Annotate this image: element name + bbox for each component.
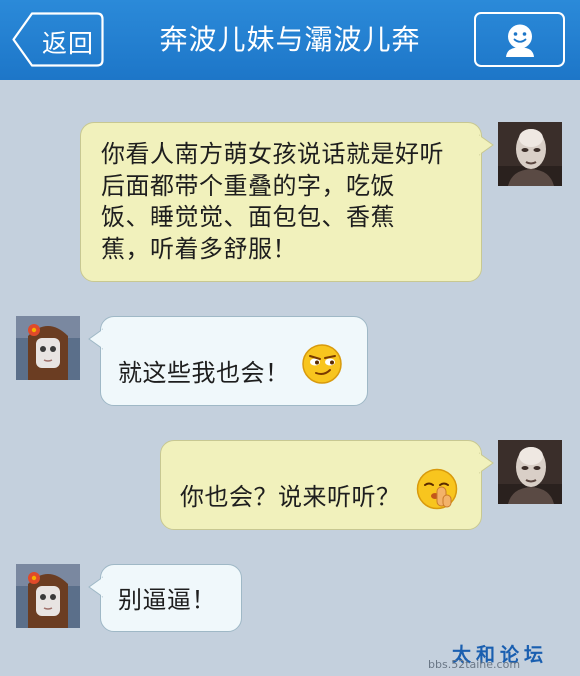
message-bubble-incoming[interactable]: 就这些我也会！ [88, 316, 368, 406]
avatar-contact[interactable] [16, 316, 80, 380]
girl-avatar-icon [16, 316, 80, 380]
bubble-tail [479, 452, 494, 474]
message-text: 你也会？说来听听？ [180, 483, 401, 511]
message-bubble-outgoing[interactable]: 你看人南方萌女孩说话就是好听 后面都带个重叠的字，吃饭 饭、睡觉觉、面包包、香蕉… [80, 122, 494, 282]
smirk-emoji [302, 344, 342, 384]
bubble-tail [479, 134, 494, 156]
message-line: 你看人南方萌女孩说话就是好听 [101, 140, 444, 168]
message-bubble-incoming[interactable]: 别逼逼！ [88, 564, 242, 632]
bubble-tail [88, 576, 103, 598]
message-text: 你看人南方萌女孩说话就是好听 后面都带个重叠的字，吃饭 饭、睡觉觉、面包包、香蕉… [101, 139, 444, 265]
girl-avatar-icon [16, 564, 80, 628]
back-button[interactable]: 返回 [12, 12, 104, 67]
monk-avatar-icon [498, 440, 562, 504]
chat-title: 奔波儿妹与灞波儿奔 [159, 23, 421, 56]
monk-avatar-icon [498, 122, 562, 186]
message-bubble-outgoing[interactable]: 你也会？说来听听？ [160, 440, 494, 530]
shush-emoji [416, 468, 458, 510]
contact-profile-button[interactable] [474, 12, 565, 67]
title-bar: 返回 奔波儿妹与灞波儿奔 [0, 0, 580, 80]
message-line: 后面都带个重叠的字，吃饭 [101, 171, 395, 200]
avatar-self[interactable] [498, 440, 562, 504]
back-label: 返回 [42, 29, 95, 58]
watermark-url: bbs.52taihe.com [428, 658, 521, 671]
person-icon [506, 24, 534, 57]
message-line: 饭、睡觉觉、面包包、香蕉 [101, 203, 395, 231]
bubble-tail [88, 328, 103, 350]
avatar-self[interactable] [498, 122, 562, 186]
message-line: 蕉，听着多舒服！ [101, 234, 297, 263]
avatar-contact[interactable] [16, 564, 80, 628]
message-text: 别逼逼！ [118, 586, 216, 614]
message-text: 就这些我也会！ [118, 359, 290, 387]
